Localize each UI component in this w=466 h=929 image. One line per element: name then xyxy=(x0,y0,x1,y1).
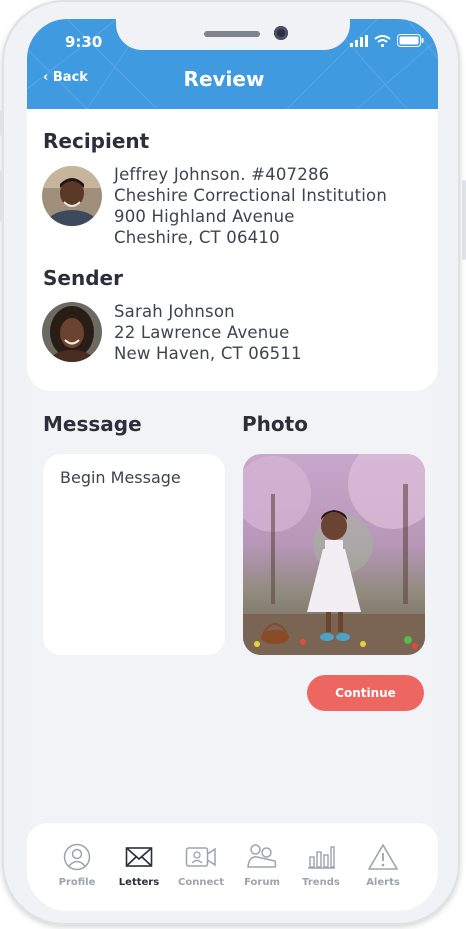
recipient-avatar xyxy=(42,166,102,226)
user-circle-icon xyxy=(63,843,91,871)
tab-connect[interactable]: Connect xyxy=(171,843,231,888)
tab-label: Letters xyxy=(118,877,160,888)
continue-button[interactable]: Continue xyxy=(307,675,424,711)
recipient-heading: Recipient xyxy=(43,129,150,153)
wifi-icon xyxy=(374,34,391,47)
app-header: 9:30 ‹ Back Review xyxy=(27,19,438,109)
side-button xyxy=(462,180,466,260)
attached-photo[interactable] xyxy=(243,454,425,655)
recipient-line: 900 Highland Avenue xyxy=(114,207,295,226)
recipient-line: Cheshire Correctional Institution xyxy=(114,186,387,205)
status-icons xyxy=(350,34,424,47)
tab-label: Forum xyxy=(244,877,280,888)
message-placeholder: Begin Message xyxy=(60,468,181,487)
camera xyxy=(274,26,288,40)
status-time: 9:30 xyxy=(65,33,103,51)
warning-icon xyxy=(368,844,398,870)
tab-label: Alerts xyxy=(366,877,400,888)
sender-line: 22 Lawrence Avenue xyxy=(114,323,290,342)
child-photo-image xyxy=(243,454,425,655)
recipient-line: Cheshire, CT 06410 xyxy=(114,228,280,247)
chart-icon xyxy=(308,846,335,869)
recipient-line: Jeffrey Johnson. #407286 xyxy=(114,165,330,184)
sender-address: Sarah Johnson 22 Lawrence Avenue New Hav… xyxy=(114,301,302,364)
recipient-address: Jeffrey Johnson. #407286 Cheshire Correc… xyxy=(114,164,387,248)
signal-icon xyxy=(350,34,368,47)
sender-line: New Haven, CT 06511 xyxy=(114,344,302,363)
photo-heading: Photo xyxy=(242,412,308,436)
battery-icon xyxy=(397,34,424,47)
tab-profile[interactable]: Profile xyxy=(47,843,107,888)
sender-line: Sarah Johnson xyxy=(114,302,235,321)
tab-alerts[interactable]: Alerts xyxy=(353,843,413,888)
phone-notch xyxy=(116,19,350,50)
bottom-tab-bar: Profile Letters Connect Forum Trends Ale… xyxy=(27,823,438,911)
video-call-icon xyxy=(185,847,216,867)
side-button xyxy=(0,170,4,222)
speaker xyxy=(204,31,260,37)
side-button xyxy=(0,110,4,136)
envelope-icon xyxy=(125,847,153,867)
message-input[interactable]: Begin Message xyxy=(43,454,225,655)
tab-label: Connect xyxy=(178,877,224,888)
tab-trends[interactable]: Trends xyxy=(291,843,351,888)
sender-heading: Sender xyxy=(43,266,123,290)
app-screen: 9:30 ‹ Back Review Recipient Jeffrey Joh… xyxy=(27,19,438,911)
forum-people-icon xyxy=(247,844,277,868)
tab-forum[interactable]: Forum xyxy=(232,843,292,888)
tab-label: Trends xyxy=(302,877,340,888)
tab-label: Profile xyxy=(58,877,96,888)
sender-avatar xyxy=(42,302,102,362)
tab-letters[interactable]: Letters xyxy=(109,843,169,888)
page-title: Review xyxy=(183,67,265,91)
message-heading: Message xyxy=(43,412,142,436)
